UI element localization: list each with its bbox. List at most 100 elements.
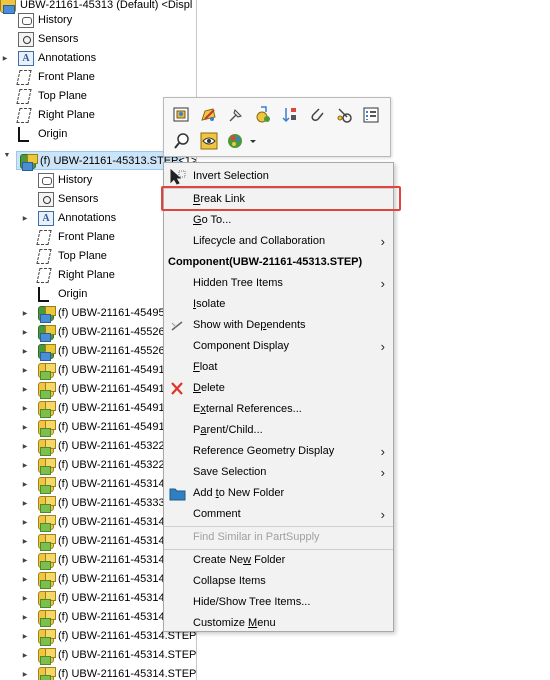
plane-icon bbox=[16, 108, 32, 123]
subassembly-icon bbox=[38, 306, 56, 323]
expand-arrow-icon[interactable] bbox=[21, 532, 29, 551]
part-icon bbox=[38, 477, 56, 494]
tree-item-label: History bbox=[58, 174, 93, 186]
appearance-link-icon[interactable] bbox=[334, 105, 354, 125]
origin-icon bbox=[38, 287, 49, 302]
menu-item-show-with-dependents[interactable]: Show with Dependents bbox=[164, 315, 393, 336]
menu-item-lifecycle-collaboration[interactable]: Lifecycle and Collaboration bbox=[164, 231, 393, 252]
tree-item-sensors[interactable]: Sensors bbox=[0, 30, 196, 49]
collapse-arrow-icon[interactable] bbox=[3, 151, 11, 170]
origin-icon bbox=[18, 127, 29, 142]
annotations-icon: A bbox=[18, 51, 34, 66]
part-icon bbox=[38, 515, 56, 532]
history-icon bbox=[18, 13, 34, 28]
menu-item-external-references[interactable]: External References... bbox=[164, 399, 393, 420]
part-icon bbox=[38, 382, 56, 399]
tree-item-component[interactable]: (f) UBW-21161-45314.STEP bbox=[0, 646, 196, 665]
menu-item-go-to[interactable]: Go To... bbox=[164, 210, 393, 231]
menu-section-header: Component(UBW-21161-45313.STEP) bbox=[168, 256, 363, 268]
tree-item-label: (f) UBW-21161-45314.STEP bbox=[58, 668, 196, 680]
tree-item-front-plane[interactable]: Front Plane bbox=[0, 68, 196, 87]
tree-item-label: (f) UBW-21161-45314.S bbox=[58, 535, 175, 547]
tree-item-label: (f) UBW-21161-45314.S bbox=[58, 478, 175, 490]
menu-item-reference-geometry-display[interactable]: Reference Geometry Display bbox=[164, 441, 393, 462]
expand-arrow-icon[interactable] bbox=[21, 323, 29, 342]
expand-arrow-icon[interactable] bbox=[21, 513, 29, 532]
part-icon bbox=[38, 439, 56, 456]
menu-item-create-new-folder[interactable]: Create New Folder bbox=[164, 550, 393, 571]
appearance-icon[interactable] bbox=[226, 131, 246, 151]
expand-arrow-icon[interactable] bbox=[21, 437, 29, 456]
open-part-icon[interactable] bbox=[172, 105, 192, 125]
part-icon bbox=[38, 667, 56, 680]
context-menu: Invert Selection Break Link Go To... Lif… bbox=[163, 162, 394, 632]
attach-icon[interactable] bbox=[307, 105, 327, 125]
tree-item-label: Front Plane bbox=[38, 71, 95, 83]
sort-icon[interactable] bbox=[280, 105, 300, 125]
expand-arrow-icon[interactable] bbox=[21, 361, 29, 380]
expand-arrow-icon[interactable] bbox=[21, 551, 29, 570]
tree-item-history[interactable]: History bbox=[0, 11, 196, 30]
dropdown-arrow-icon[interactable] bbox=[248, 131, 258, 151]
zoom-to-selection-icon[interactable] bbox=[172, 131, 192, 151]
menu-item-collapse-items[interactable]: Collapse Items bbox=[164, 571, 393, 592]
submenu-arrow-icon bbox=[381, 462, 385, 485]
expand-arrow-icon[interactable] bbox=[21, 608, 29, 627]
tree-item-label: Sensors bbox=[58, 193, 99, 205]
expand-arrow-icon[interactable] bbox=[21, 342, 29, 361]
menu-item-hidden-tree-items[interactable]: Hidden Tree Items bbox=[164, 273, 393, 294]
expand-arrow-icon[interactable] bbox=[21, 304, 29, 323]
tree-item-label: (f) UBW-21161-45526.S bbox=[58, 326, 175, 338]
tree-item-selected-component[interactable]: (f) UBW-21161-45313.STEP<1> bbox=[16, 151, 196, 171]
edit-component-icon[interactable] bbox=[199, 105, 219, 125]
sensors-icon bbox=[18, 32, 34, 47]
menu-item-find-similar: Find Similar in PartSupply bbox=[193, 531, 320, 543]
menu-item-parent-child[interactable]: Parent/Child... bbox=[164, 420, 393, 441]
tree-item-annotations[interactable]: A Annotations bbox=[0, 49, 196, 68]
part-icon bbox=[38, 458, 56, 475]
expand-arrow-icon[interactable] bbox=[21, 665, 29, 680]
menu-item-isolate[interactable]: Isolate bbox=[164, 294, 393, 315]
expand-arrow-icon[interactable] bbox=[21, 589, 29, 608]
pin-icon[interactable] bbox=[226, 105, 246, 125]
part-icon bbox=[38, 534, 56, 551]
expand-arrow-icon[interactable] bbox=[21, 456, 29, 475]
part-icon bbox=[38, 401, 56, 418]
tree-item-label: (f) UBW-21161-45491.S bbox=[58, 402, 175, 414]
plane-icon bbox=[36, 268, 52, 283]
assembly-component-icon bbox=[20, 154, 38, 171]
menu-item-add-to-new-folder[interactable]: Add to New Folder bbox=[164, 483, 393, 504]
tree-item-label: (f) UBW-21161-45333.S bbox=[58, 497, 175, 509]
tree-item-label: Origin bbox=[38, 128, 68, 140]
tree-item-component[interactable]: (f) UBW-21161-45314.STEP bbox=[0, 665, 196, 680]
tree-item-label: (f) UBW-21161-45491.S bbox=[58, 421, 175, 433]
expand-arrow-icon[interactable] bbox=[21, 494, 29, 513]
subassembly-icon bbox=[38, 325, 56, 342]
expand-arrow-icon[interactable] bbox=[21, 399, 29, 418]
submenu-arrow-icon bbox=[381, 336, 385, 359]
menu-item-customize-menu[interactable]: Customize Menu bbox=[164, 613, 393, 634]
menu-item-invert-selection[interactable]: Invert Selection bbox=[164, 166, 393, 187]
expand-arrow-icon[interactable] bbox=[21, 475, 29, 494]
properties-icon[interactable] bbox=[361, 105, 381, 125]
menu-item-comment[interactable]: Comment bbox=[164, 504, 393, 525]
expand-arrow-icon[interactable] bbox=[21, 209, 29, 228]
expand-arrow-icon[interactable] bbox=[21, 646, 29, 665]
expand-arrow-icon[interactable] bbox=[21, 380, 29, 399]
part-icon bbox=[38, 572, 56, 589]
menu-item-float[interactable]: Float bbox=[164, 357, 393, 378]
expand-arrow-icon[interactable] bbox=[1, 49, 9, 68]
context-toolbar bbox=[163, 97, 391, 157]
tree-item-label: (f) UBW-21161-45491.S bbox=[58, 383, 175, 395]
menu-item-delete[interactable]: Delete bbox=[164, 378, 393, 399]
submenu-arrow-icon bbox=[381, 273, 385, 296]
menu-item-save-selection[interactable]: Save Selection bbox=[164, 462, 393, 483]
expand-arrow-icon[interactable] bbox=[21, 570, 29, 589]
expand-arrow-icon[interactable] bbox=[21, 418, 29, 437]
menu-item-component-display[interactable]: Component Display bbox=[164, 336, 393, 357]
hide-show-icon[interactable] bbox=[199, 131, 219, 151]
rebuild-icon[interactable] bbox=[253, 105, 273, 125]
menu-item-hide-show-tree-items[interactable]: Hide/Show Tree Items... bbox=[164, 592, 393, 613]
part-icon bbox=[38, 629, 56, 646]
expand-arrow-icon[interactable] bbox=[21, 627, 29, 646]
